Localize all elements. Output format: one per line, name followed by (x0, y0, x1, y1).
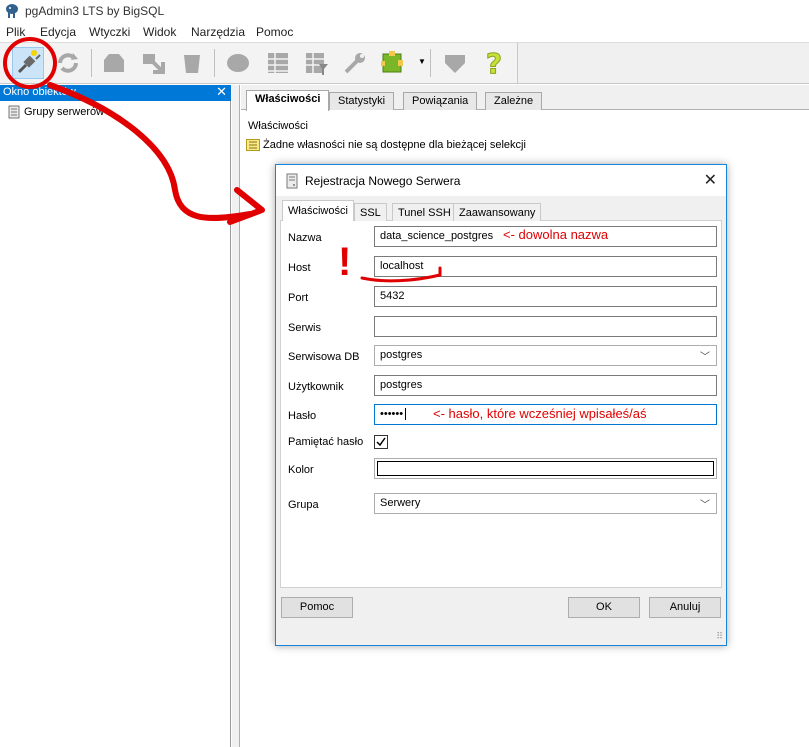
list-icon (246, 139, 260, 151)
tree-item-server-groups[interactable]: Grupy serwerów (8, 105, 104, 119)
no-properties-note: Żadne własności nie są dostępne dla bież… (246, 139, 526, 151)
host-field[interactable]: localhost (374, 256, 717, 277)
tab-properties[interactable]: Właściwości (246, 90, 330, 111)
chevron-down-icon: ﹀ (700, 352, 710, 363)
menu-tools[interactable]: Narzędzia (191, 25, 245, 39)
password-label: Hasło (288, 410, 317, 422)
refresh-icon (58, 53, 78, 73)
properties-icon (143, 54, 165, 74)
colour-label: Kolor (288, 464, 314, 476)
maintenance-wrench-icon (344, 53, 365, 74)
help-button[interactable]: ? (478, 47, 510, 79)
tab-ssh-tunnel[interactable]: Tunel SSH (392, 203, 457, 221)
toolbar-buttons: ▼ ? (0, 43, 518, 83)
connect-button[interactable] (12, 47, 44, 79)
filter-data-button[interactable] (300, 47, 332, 79)
menu-view[interactable]: Widok (143, 25, 176, 39)
tab-properties[interactable]: Właściwości (282, 200, 354, 222)
store-password-checkbox[interactable] (374, 435, 388, 449)
hint-icon (445, 55, 465, 73)
help-icon: ? (485, 49, 502, 77)
host-label: Host (288, 262, 311, 274)
refresh-button[interactable] (52, 47, 84, 79)
dialog-titlebar: Rejestracja Nowego Serwera ✕ (276, 165, 726, 196)
menu-file[interactable]: Plik (6, 25, 25, 39)
object-browser-panel: Okno obiektów ✕ Grupy serwerów (0, 84, 231, 747)
panel-splitter[interactable] (232, 85, 240, 747)
menu-bar: Plik Edycja Wtyczki Widok Narzędzia Pomo… (0, 22, 809, 42)
delete-icon (184, 55, 200, 73)
pgadmin-elephant-icon (6, 4, 18, 18)
password-annotation: <- hasło, które wcześniej wpisałeś/aś (433, 406, 647, 421)
group-label: Grupa (288, 499, 319, 511)
colour-picker[interactable] (374, 458, 717, 479)
tab-dependencies[interactable]: Powiązania (403, 92, 478, 110)
server-group-icon (8, 105, 20, 119)
resize-grip-icon[interactable]: ⠿ (716, 631, 723, 642)
maintenance-db-select[interactable]: postgres ﹀ (374, 345, 717, 366)
register-server-dialog: Rejestracja Nowego Serwera ✕ Właściwości… (275, 164, 727, 646)
window-title: pgAdmin3 LTS by BigSQL (25, 4, 165, 18)
create-object-button[interactable] (98, 47, 130, 79)
maintenance-db-value: postgres (380, 349, 423, 361)
store-password-label: Pamiętać hasło (288, 436, 364, 448)
delete-button[interactable] (176, 47, 208, 79)
close-icon[interactable]: ✕ (704, 170, 717, 190)
properties-button[interactable] (138, 47, 170, 79)
dialog-title: Rejestracja Nowego Serwera (305, 174, 461, 188)
filter-data-icon (306, 53, 328, 75)
group-value: Serwery (380, 497, 421, 509)
service-label: Serwis (288, 322, 322, 334)
view-data-icon (268, 53, 288, 73)
tree-item-label: Grupy serwerów (24, 106, 105, 118)
object-icon (104, 54, 124, 72)
plug-connect-icon (17, 50, 41, 74)
sql-button[interactable] (222, 47, 254, 79)
port-label: Port (288, 292, 309, 304)
properties-heading: Właściwości (248, 120, 308, 132)
sql-icon (227, 54, 249, 72)
window-titlebar: pgAdmin3 LTS by BigSQL (0, 0, 809, 22)
name-annotation: <- dowolna nazwa (503, 227, 609, 242)
tab-ssl[interactable]: SSL (354, 203, 387, 221)
panel-title: Okno obiektów (3, 86, 76, 98)
name-label: Nazwa (288, 232, 322, 244)
tab-statistics[interactable]: Statystyki (329, 92, 395, 110)
view-data-button[interactable] (262, 47, 294, 79)
cancel-button[interactable]: Anuluj (649, 597, 721, 618)
close-icon[interactable]: ✕ (216, 84, 227, 100)
text-cursor (405, 408, 407, 421)
plugins-button[interactable] (378, 47, 410, 79)
exclamation-annotation: ! (338, 240, 352, 284)
tab-advanced[interactable]: Zaawansowany (453, 203, 542, 221)
menu-help[interactable]: Pomoc (256, 25, 293, 39)
password-value: •••••• (380, 408, 404, 420)
username-label: Użytkownik (288, 381, 344, 393)
group-select[interactable]: Serwery ﹀ (374, 493, 717, 514)
hint-button[interactable] (439, 47, 471, 79)
plugin-icon (381, 51, 403, 73)
help-button[interactable]: Pomoc (281, 597, 353, 618)
maintenance-db-label: Serwisowa DB (288, 351, 360, 363)
tab-dependents[interactable]: Zależne (485, 92, 543, 110)
svg-text:?: ? (486, 49, 502, 77)
server-icon (286, 173, 298, 189)
object-browser-header: Okno obiektów ✕ (0, 84, 231, 101)
username-field[interactable]: postgres (374, 375, 717, 396)
menu-plugins[interactable]: Wtyczki (89, 25, 130, 39)
menu-edit[interactable]: Edycja (40, 25, 76, 39)
chevron-down-icon: ﹀ (700, 500, 710, 511)
plugins-dropdown-arrow-icon[interactable]: ▼ (418, 57, 426, 66)
properties-tabs: Właściwości Statystyki Powiązania Zależn… (241, 85, 809, 111)
service-field[interactable] (374, 316, 717, 337)
ok-button[interactable]: OK (568, 597, 640, 618)
dialog-tabs: Właściwości SSL Tunel SSH Zaawansowany (280, 200, 722, 222)
checkmark-icon (376, 437, 386, 447)
maintenance-button[interactable] (339, 47, 371, 79)
port-field[interactable]: 5432 (374, 286, 717, 307)
